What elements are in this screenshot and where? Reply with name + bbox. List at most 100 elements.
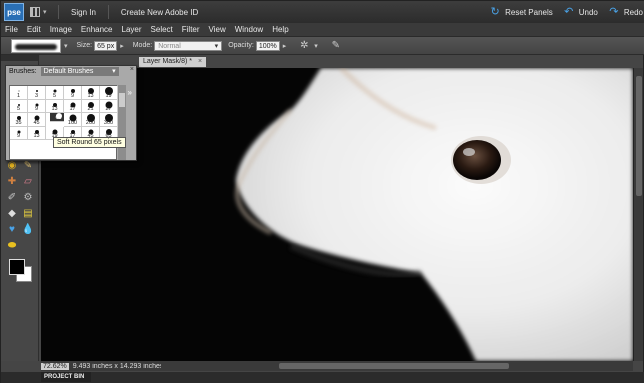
close-icon[interactable]: ×	[198, 57, 202, 67]
redo-icon: ↷	[609, 6, 619, 18]
brush-preset[interactable]: 9	[10, 126, 28, 140]
brush-preset[interactable]: 27	[100, 99, 118, 113]
brush-picker-header: Brushes: Default Brushes ▾	[6, 66, 136, 77]
mode-value: Normal	[158, 42, 181, 50]
shape-tool-icon[interactable]: ♥	[5, 223, 19, 237]
brush-size-label: 9	[16, 133, 21, 139]
menu-image[interactable]: Image	[50, 25, 72, 34]
mode-select[interactable]: Normal ▾	[154, 40, 223, 51]
close-icon[interactable]: ×	[130, 66, 134, 73]
blur-tool-icon[interactable]: 💧	[21, 223, 35, 237]
gradient-tool-icon[interactable]: ▤	[21, 207, 35, 221]
menu-help[interactable]: Help	[272, 25, 288, 34]
brush-set-select[interactable]: Default Brushes ▾	[40, 67, 119, 76]
document-tab[interactable]: Layer Mask/8) * ×	[139, 57, 207, 67]
brush-size-label: 9	[70, 92, 75, 99]
chevron-down-icon[interactable]: ▾	[314, 42, 318, 50]
brush-preset[interactable]: 35	[10, 113, 28, 127]
brush-grid-scroll-thumb[interactable]	[119, 93, 125, 107]
brush-tool-icon[interactable]: ✎	[21, 159, 35, 173]
brush-preset[interactable]: 19	[100, 86, 118, 100]
brush-size-label: 200	[85, 119, 96, 126]
chevron-down-icon: ▾	[43, 9, 47, 16]
undo-button[interactable]: ↶ Undo	[563, 6, 598, 18]
brush-preset[interactable]: 45	[28, 113, 46, 127]
brush-preset[interactable]: 13	[82, 86, 100, 100]
brush-size-label: 3	[34, 92, 39, 99]
menu-edit[interactable]: Edit	[27, 25, 41, 34]
brush-size-label: 19	[105, 92, 112, 99]
tool-options-bar: ▾ Size: 65 px ▸ Mode: Normal ▾ Opacity: …	[1, 37, 644, 55]
pencil-tool-icon[interactable]: ✐	[5, 191, 19, 205]
chevron-down-icon[interactable]: ▾	[64, 42, 68, 50]
chevron-down-icon: ▾	[214, 42, 219, 50]
title-actions: ↻ Reset Panels ↶ Undo ↷ Redo	[489, 1, 644, 23]
project-bin-button[interactable]: PROJECT BIN	[41, 372, 91, 382]
airbrush-icon[interactable]: ✲	[297, 40, 311, 52]
brush-preset[interactable]: 200	[82, 113, 100, 127]
horizontal-scrollbar[interactable]	[161, 361, 633, 371]
menu-layer[interactable]: Layer	[122, 25, 142, 34]
brush-preset[interactable]: 17	[64, 99, 82, 113]
brush-set-value: Default Brushes	[43, 68, 94, 75]
tablet-settings-icon[interactable]: ✎	[329, 40, 343, 52]
foreground-color-swatch[interactable]	[9, 259, 25, 275]
brush-size-label: 100	[67, 119, 78, 126]
brush-preset[interactable]: 5	[10, 99, 28, 113]
divider	[58, 5, 59, 19]
brush-tooltip: Soft Round 65 pixels	[53, 137, 126, 148]
menu-file[interactable]: File	[5, 25, 18, 34]
divider	[107, 5, 109, 19]
horizontal-scroll-thumb[interactable]	[279, 363, 509, 369]
reset-panels-button[interactable]: ↻ Reset Panels	[489, 7, 553, 18]
vertical-scroll-thumb[interactable]	[636, 76, 642, 196]
brush-size-label: 300	[103, 119, 114, 126]
redo-button[interactable]: ↷ Redo	[608, 6, 643, 18]
brush-preset[interactable]: 9	[64, 86, 82, 100]
chevron-down-icon: ▾	[112, 68, 116, 75]
menu-view[interactable]: View	[209, 25, 226, 34]
opacity-label: Opacity:	[228, 42, 254, 49]
menu-filter[interactable]: Filter	[182, 25, 200, 34]
brush-grid-scrollbar[interactable]	[118, 85, 126, 160]
clone-stamp-tool-icon[interactable]: ⚙	[21, 191, 35, 205]
size-label: Size:	[76, 42, 93, 49]
opacity-slider-toggle[interactable]: ▸	[283, 42, 287, 50]
undo-icon: ↶	[564, 6, 574, 18]
brush-preset[interactable]: 5	[46, 86, 64, 100]
brush-size-label: 5	[52, 92, 57, 99]
vertical-scrollbar[interactable]	[633, 68, 643, 361]
brush-preset[interactable]: 300	[100, 113, 118, 127]
size-slider-toggle[interactable]: ▸	[120, 42, 124, 50]
menu-enhance[interactable]: Enhance	[81, 25, 113, 34]
opacity-input[interactable]: 100%	[255, 40, 280, 51]
eraser-tool-icon[interactable]: ▱	[21, 175, 35, 189]
brush-preset-picker[interactable]	[11, 38, 61, 53]
title-bar: pse ▾ Sign In Create New Adobe ID ↻ Rese…	[1, 1, 644, 23]
brush-size-label: 21	[87, 106, 94, 112]
healing-tool-icon[interactable]: ✚	[5, 175, 19, 189]
status-bar: 72.62% 9.493 inches x 14.293 inches (...	[41, 361, 161, 371]
menu-window[interactable]: Window	[235, 25, 263, 34]
brush-size-label: 1	[16, 92, 21, 99]
red-eye-tool-icon[interactable]: ◉	[5, 159, 19, 173]
brush-preset[interactable]: 21	[82, 99, 100, 113]
zoom-field[interactable]: 72.62%	[41, 362, 69, 370]
brush-size-label: 35	[15, 119, 22, 126]
paint-bucket-tool-icon[interactable]: ◆	[5, 207, 19, 221]
create-adobe-id-link[interactable]: Create New Adobe ID	[121, 8, 198, 17]
menu-select[interactable]: Select	[151, 25, 173, 34]
panel-menu-icon[interactable]: »	[128, 88, 132, 97]
brush-preset[interactable]: 13	[46, 99, 64, 113]
brush-preset[interactable]: 9	[28, 99, 46, 113]
brush-preset[interactable]: 3	[28, 86, 46, 100]
brush-preset[interactable]: 100	[64, 113, 82, 127]
sign-in-link[interactable]: Sign In	[71, 8, 96, 17]
size-input[interactable]: 65 px	[94, 40, 118, 51]
document-dimensions[interactable]: 9.493 inches x 14.293 inches (...	[73, 363, 161, 370]
workspace-menu-button[interactable]: ▾	[30, 5, 52, 19]
brush-preset[interactable]: 13	[28, 126, 46, 140]
brush-size-label: 17	[69, 106, 76, 112]
brush-preset[interactable]: 1	[10, 86, 28, 100]
sponge-tool-icon[interactable]: ⬬	[5, 239, 19, 253]
